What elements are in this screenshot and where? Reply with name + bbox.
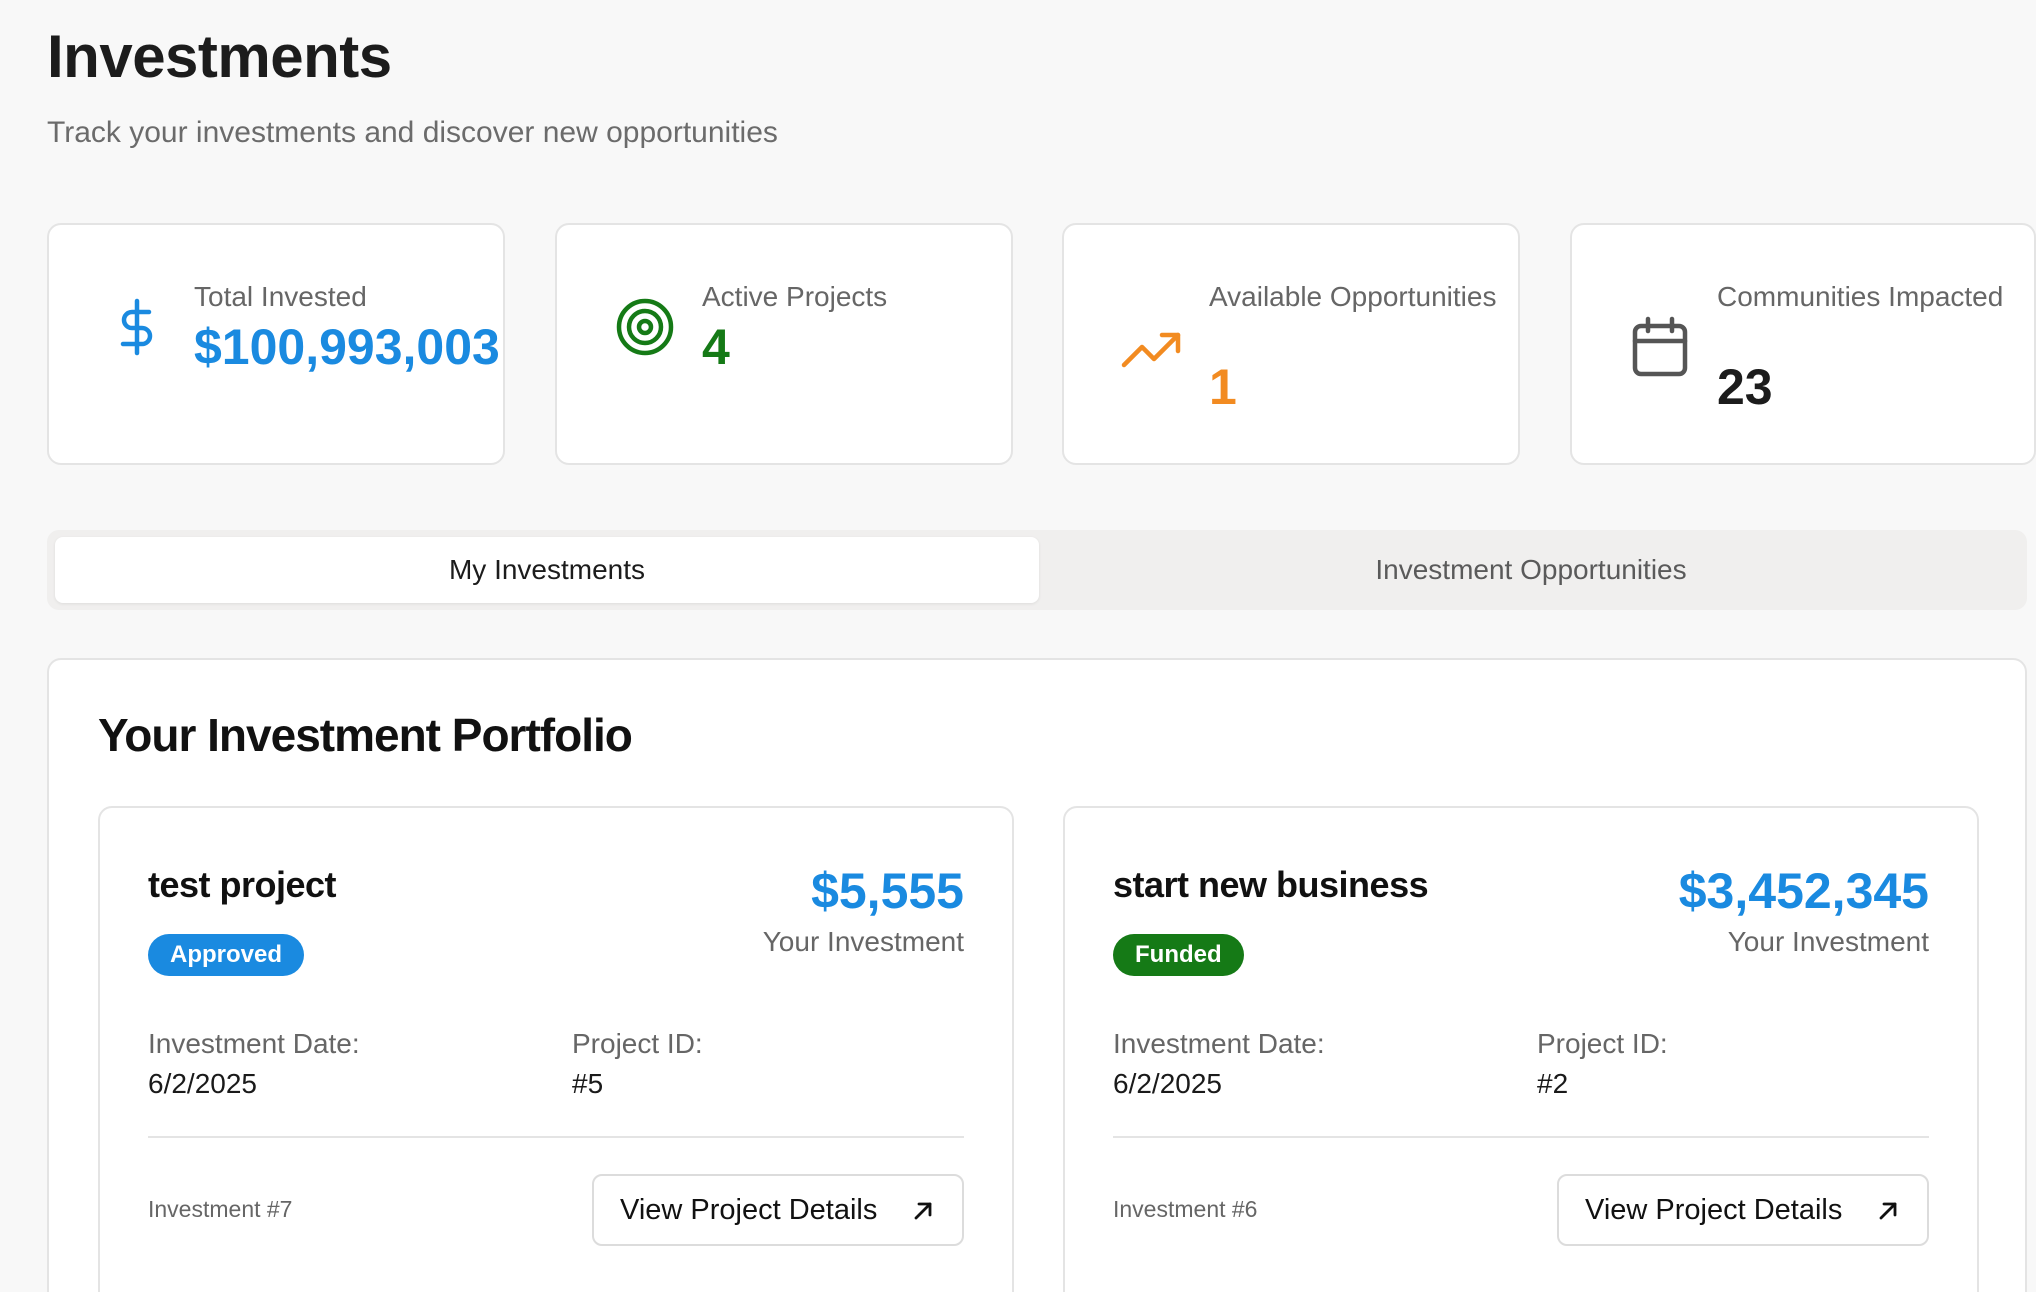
project-id-label: Project ID: [1537, 1028, 1668, 1059]
stat-label: Active Projects [702, 281, 888, 312]
page-title: Investments [47, 23, 392, 90]
investment-date: 6/2/2025 [1113, 1068, 1222, 1099]
tab-investment-opportunities[interactable]: Investment Opportunities [1039, 537, 2023, 603]
tab-my-investments[interactable]: My Investments [55, 537, 1039, 603]
stat-value: 1 [1209, 359, 1237, 415]
investment-amount: $5,555 [811, 863, 964, 919]
project-name: start new business [1113, 864, 1429, 905]
view-project-details-button[interactable]: View Project Details [1557, 1174, 1929, 1246]
status-badge: Approved [148, 934, 305, 976]
stat-value: 23 [1717, 359, 1773, 415]
dollar-icon [120, 298, 153, 356]
target-icon [616, 298, 674, 356]
stat-card-active-projects: Active Projects 4 [555, 223, 1013, 465]
investment-amount-label: Your Investment [1727, 926, 1929, 957]
calendar-icon [1632, 316, 1688, 377]
portfolio-panel: Your Investment Portfolio test project A… [47, 658, 2027, 1292]
investment-date-label: Investment Date: [1113, 1028, 1325, 1059]
stat-label: Communities Impacted [1717, 281, 2004, 312]
button-label: View Project Details [620, 1193, 878, 1226]
arrow-up-right-icon [914, 1202, 932, 1220]
button-label: View Project Details [1585, 1193, 1843, 1226]
investment-amount: $3,452,345 [1678, 863, 1929, 919]
investment-amount-label: Your Investment [762, 926, 964, 957]
project-id: #5 [572, 1068, 604, 1099]
investment-number: Investment #6 [1113, 1196, 1258, 1222]
investment-card: start new business Funded $3,452,345 You… [1063, 806, 1979, 1292]
portfolio-title: Your Investment Portfolio [98, 709, 633, 761]
stat-label: Total Invested [194, 281, 367, 312]
stat-label: Available Opportunities [1209, 281, 1497, 312]
trending-up-icon [1121, 332, 1181, 368]
tab-bar: My Investments Investment Opportunities [47, 530, 2027, 610]
project-name: test project [148, 864, 337, 905]
investment-card: test project Approved $5,555 Your Invest… [98, 806, 1014, 1292]
investment-date: 6/2/2025 [148, 1068, 257, 1099]
project-id: #2 [1537, 1068, 1569, 1099]
stat-card-communities-impacted: Communities Impacted 23 [1570, 223, 2036, 465]
stat-value: 4 [702, 319, 730, 375]
divider [148, 1136, 964, 1138]
investment-number: Investment #7 [148, 1196, 293, 1222]
stats-row: Total Invested $100,993,003 Active Proje… [47, 223, 2036, 466]
page-subtitle: Track your investments and discover new … [47, 116, 778, 149]
arrow-up-right-icon [1879, 1202, 1897, 1220]
divider [1113, 1136, 1929, 1138]
stat-card-available-opportunities: Available Opportunities 1 [1062, 223, 1520, 465]
stat-value: $100,993,003 [194, 319, 500, 375]
view-project-details-button[interactable]: View Project Details [592, 1174, 964, 1246]
investment-date-label: Investment Date: [148, 1028, 360, 1059]
project-id-label: Project ID: [572, 1028, 703, 1059]
stat-card-total-invested: Total Invested $100,993,003 [47, 223, 505, 465]
investments-page: Investments Track your investments and d… [0, 0, 2036, 1292]
status-badge: Funded [1113, 934, 1244, 976]
